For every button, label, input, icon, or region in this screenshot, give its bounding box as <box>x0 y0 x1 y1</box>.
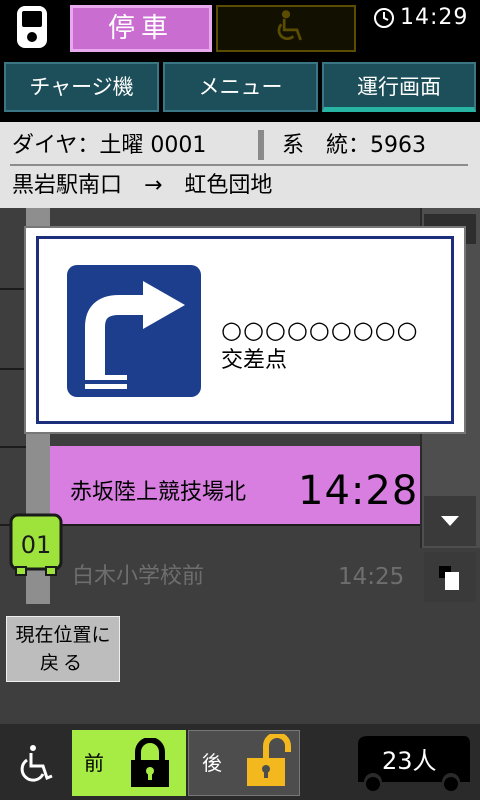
next-stop-name: 白木小学校前 <box>72 564 205 589</box>
next-stop-time: 14:25 <box>338 564 405 590</box>
rear-door-label: 後 <box>202 751 222 775</box>
bus-front-icon <box>17 6 47 48</box>
bus-marker-label: 01 <box>20 531 52 559</box>
scroll-to-end-button[interactable] <box>424 552 476 602</box>
popup-frame: ○○○○○○○○○ 交差点 <box>36 236 454 424</box>
intersection-label: 交差点 <box>221 348 288 373</box>
turn-guidance-popup: ○○○○○○○○○ 交差点 <box>24 226 466 434</box>
info-divider <box>10 164 468 166</box>
tab-menu[interactable]: メニュー <box>163 62 318 112</box>
triangle-down-icon <box>441 516 459 526</box>
scroll-down-button[interactable] <box>424 496 476 546</box>
lock-open-icon <box>247 734 291 786</box>
tab-charger[interactable]: チャージ機 <box>4 62 159 112</box>
info-row-schedule: ダイヤ：土曜 0001 系 統：5963 <box>12 130 472 162</box>
wheelchair-request-indicator <box>216 5 356 52</box>
system-text: 系 統：5963 <box>282 133 426 158</box>
clock-icon <box>374 8 394 28</box>
clock-time: 14:29 <box>400 5 469 30</box>
route-info-panel: ダイヤ：土曜 0001 系 統：5963 黒岩駅南口 → 虹色団地 <box>0 122 480 208</box>
turn-right-sign-icon <box>67 265 201 397</box>
diagram-text: ダイヤ：土曜 0001 <box>12 133 207 158</box>
current-stop-name: 赤坂陸上競技場北 <box>70 480 247 505</box>
route-direction-text: 黒岩駅南口 → 虹色団地 <box>12 173 273 198</box>
intersection-name: ○○○○○○○○○ <box>221 316 419 344</box>
stopping-status-badge: 停車 <box>70 5 212 52</box>
tab-operation-screen[interactable]: 運行画面 <box>322 62 476 112</box>
return-to-current-position-button[interactable]: 現在位置に 戻る <box>6 616 120 682</box>
passenger-count: 23人 <box>382 747 437 775</box>
lock-closed-icon <box>131 738 169 787</box>
current-stop-time: 14:28 <box>298 468 419 514</box>
wheelchair-icon[interactable] <box>16 744 56 784</box>
wheelchair-icon <box>277 10 302 41</box>
button-label-line-1: 現在位置に <box>15 624 111 646</box>
info-separator <box>258 130 264 160</box>
button-label-line-2: 戻る <box>39 652 86 674</box>
front-door-label: 前 <box>84 751 104 775</box>
jump-to-end-icon <box>439 566 459 590</box>
